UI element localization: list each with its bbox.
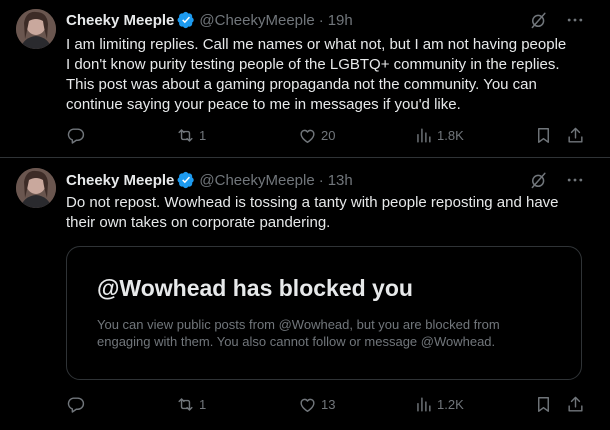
share-button[interactable] [566,393,585,415]
tweet-top-actions [529,10,585,30]
tweet[interactable]: Cheeky Meeple @CheekyMeeple · 19h I am l… [0,0,610,157]
bookmark-button[interactable] [534,124,553,146]
tweet-text-line: I don't know purity testing people of th… [66,56,560,73]
views-count: 1.2K [437,396,464,412]
avatar[interactable] [16,168,56,208]
views-chart-icon [417,396,431,412]
author-handle[interactable]: @CheekyMeeple [199,172,314,189]
repost-icon [178,397,193,411]
reply-button[interactable] [66,393,85,415]
repost-button[interactable]: 1 [176,124,206,146]
tweet-top-actions [529,170,585,190]
avatar[interactable] [16,9,56,49]
tweet-header: Cheeky Meeple @CheekyMeeple · 13h [66,170,353,190]
more-options-icon[interactable] [565,170,585,190]
tweet-text-line: This post was about a gaming propaganda … [66,76,537,93]
tweet-header: Cheeky Meeple @CheekyMeeple · 19h [66,10,353,30]
heart-icon [300,398,315,412]
reply-icon [67,127,85,144]
repost-icon [178,128,193,142]
heart-icon [300,129,315,143]
tweet-text-line: I am limiting replies. Call me names or … [66,36,567,53]
tweet-actions: 1 13 1.2K [58,393,598,415]
reply-icon [67,396,85,413]
avatar-image [16,9,56,49]
tweet[interactable]: Cheeky Meeple @CheekyMeeple · 13h Do not… [0,158,610,430]
repost-count: 1 [199,127,207,143]
share-icon [568,127,583,143]
separator-dot: · [318,11,324,29]
bookmark-icon [538,127,549,143]
grok-icon[interactable] [529,170,549,190]
avatar-image [16,168,56,208]
share-button[interactable] [566,124,585,146]
views-button[interactable]: 1.8K [414,124,464,146]
blocked-notice-line: You can view public posts from @Wowhead,… [97,317,500,332]
blocked-notice-text: You can view public posts from @Wowhead,… [97,316,537,350]
views-count: 1.8K [437,127,464,143]
tweet-text-line: Do not repost. Wowhead is tossing a tant… [66,194,559,211]
timestamp[interactable]: 19h [328,12,353,29]
timestamp[interactable]: 13h [328,172,353,189]
bookmark-icon [538,396,549,412]
share-icon [568,396,583,412]
more-options-icon[interactable] [565,10,585,30]
repost-button[interactable]: 1 [176,393,206,415]
grok-icon[interactable] [529,10,549,30]
verified-badge-icon[interactable] [177,171,195,189]
author-name[interactable]: Cheeky Meeple [66,12,174,29]
like-button[interactable]: 20 [298,124,335,146]
tweet-text: Do not repost. Wowhead is tossing a tant… [66,193,594,233]
author-handle[interactable]: @CheekyMeeple [199,12,314,29]
like-count: 13 [321,396,336,412]
views-chart-icon [417,127,431,143]
like-button[interactable]: 13 [298,393,335,415]
verified-badge-icon[interactable] [177,11,195,29]
tweet-text-line: continue saying your peace to me in mess… [66,96,461,113]
tweet-text-line: their own takes on corporate pandering. [66,214,331,231]
blocked-notice-title: @Wowhead has blocked you [97,275,413,301]
blocked-notice-line: engaging with them. You also cannot foll… [97,334,496,349]
author-name[interactable]: Cheeky Meeple [66,172,174,189]
reply-button[interactable] [66,124,85,146]
views-button[interactable]: 1.2K [414,393,464,415]
blocked-notice-card: @Wowhead has blocked you You can view pu… [66,246,582,380]
separator-dot: · [318,171,324,189]
tweet-actions: 1 20 1.8K [58,124,598,146]
tweet-text: I am limiting replies. Call me names or … [66,35,594,115]
repost-count: 1 [199,396,207,412]
like-count: 20 [321,127,336,143]
bookmark-button[interactable] [534,393,553,415]
